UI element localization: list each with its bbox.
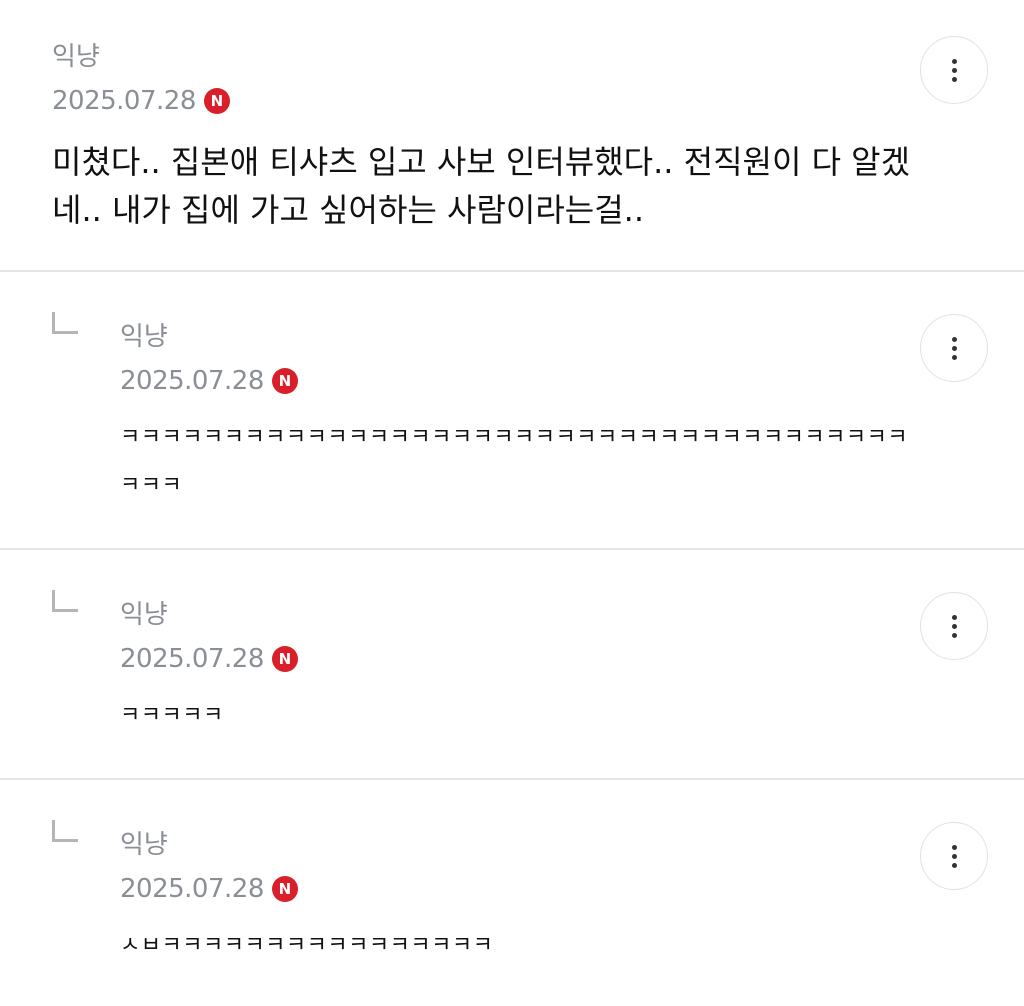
more-vertical-icon-dot xyxy=(951,76,957,82)
new-badge: N xyxy=(203,88,230,114)
more-vertical-icon-dot xyxy=(951,67,957,73)
more-vertical-icon-dot xyxy=(951,632,957,638)
reply-date: 2025.07.28 xyxy=(120,644,264,674)
reply-author: 익냥 xyxy=(120,322,168,352)
new-badge: N xyxy=(271,876,298,902)
reply-date: 2025.07.28 xyxy=(120,874,264,904)
reply-author: 익냥 xyxy=(120,600,168,630)
reply-meta: 2025.07.28 N xyxy=(120,646,298,672)
more-vertical-icon xyxy=(951,58,957,64)
more-vertical-icon-dot xyxy=(951,623,957,629)
more-vertical-icon xyxy=(951,336,957,342)
comment-item: 익냥 2025.07.28 N 미쳤다.. 집본애 티샤츠 입고 사보 인터뷰했… xyxy=(0,0,1024,272)
more-options-button[interactable] xyxy=(920,36,988,104)
comment-text: 미쳤다.. 집본애 티샤츠 입고 사보 인터뷰했다.. 전직원이 다 알겠네..… xyxy=(52,143,911,229)
reply-arrow-icon xyxy=(52,820,78,842)
reply-text: ㅅㅂㅋㅋㅋㅋㅋㅋㅋㅋㅋㅋㅋㅋㅋㅋㅋㅋ xyxy=(120,933,494,958)
reply-author: 익냥 xyxy=(120,830,168,860)
comment-author: 익냥 xyxy=(52,42,100,72)
reply-arrow-icon xyxy=(52,312,78,334)
more-vertical-icon-dot xyxy=(951,345,957,351)
more-vertical-icon xyxy=(951,614,957,620)
comment-date: 2025.07.28 xyxy=(52,86,196,116)
reply-meta: 2025.07.28 N xyxy=(120,368,298,394)
reply-arrow-icon xyxy=(52,590,78,612)
reply-date: 2025.07.28 xyxy=(120,366,264,396)
reply-item: 익냥 2025.07.28 N ㅋㅋㅋㅋㅋㅋㅋㅋㅋㅋㅋㅋㅋㅋㅋㅋㅋㅋㅋㅋㅋㅋㅋㅋ… xyxy=(0,272,1024,550)
more-options-button[interactable] xyxy=(920,592,988,660)
comment-meta: 2025.07.28 N xyxy=(52,88,230,114)
reply-text: ㅋㅋㅋㅋㅋ xyxy=(120,703,224,728)
reply-item: 익냥 2025.07.28 N ㅋㅋㅋㅋㅋ xyxy=(0,550,1024,780)
reply-meta: 2025.07.28 N xyxy=(120,876,298,902)
new-badge: N xyxy=(271,368,298,394)
reply-text: ㅋㅋㅋㅋㅋㅋㅋㅋㅋㅋㅋㅋㅋㅋㅋㅋㅋㅋㅋㅋㅋㅋㅋㅋㅋㅋㅋㅋㅋㅋㅋㅋㅋㅋㅋㅋㅋㅋㅋㅋ… xyxy=(120,425,909,498)
more-options-button[interactable] xyxy=(920,822,988,890)
more-vertical-icon xyxy=(951,844,957,850)
more-vertical-icon-dot xyxy=(951,853,957,859)
more-vertical-icon-dot xyxy=(951,354,957,360)
reply-item: 익냥 2025.07.28 N ㅅㅂㅋㅋㅋㅋㅋㅋㅋㅋㅋㅋㅋㅋㅋㅋㅋㅋ xyxy=(0,780,1024,1006)
more-options-button[interactable] xyxy=(920,314,988,382)
more-vertical-icon-dot xyxy=(951,862,957,868)
new-badge: N xyxy=(271,646,298,672)
